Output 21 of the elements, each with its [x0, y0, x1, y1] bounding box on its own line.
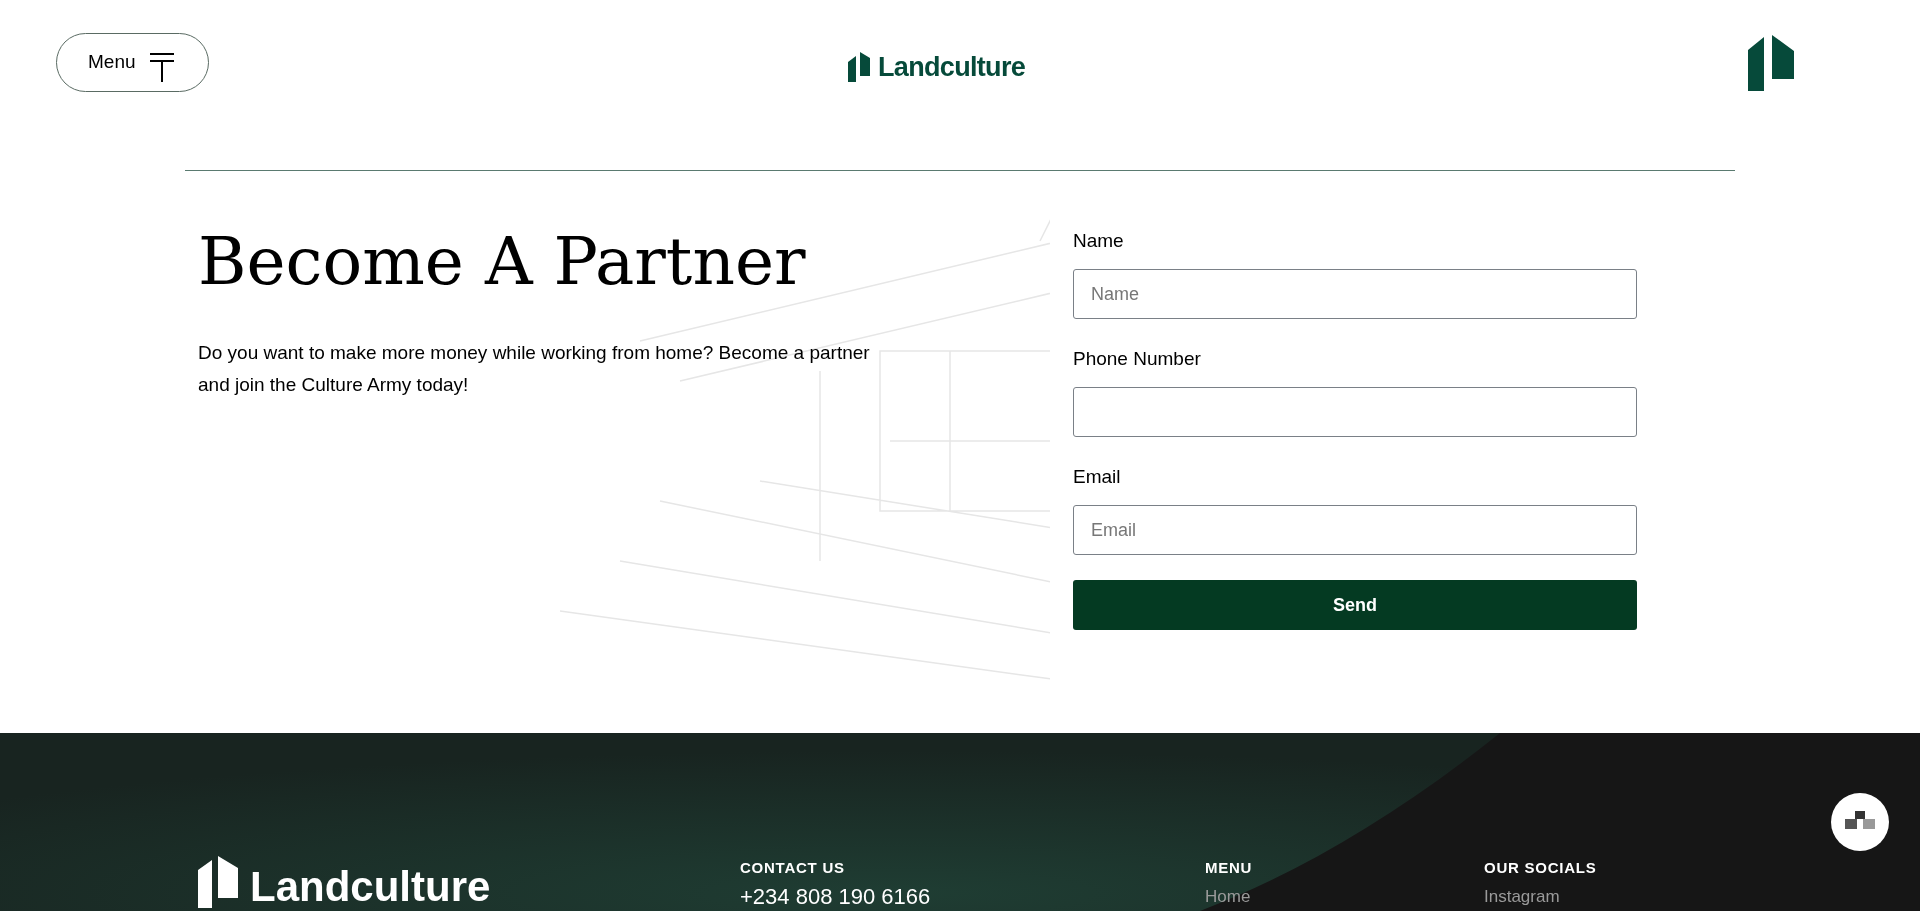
- logo-icon: [1748, 35, 1794, 91]
- field-label: Email: [1073, 465, 1122, 489]
- input-field[interactable]: Email: [1073, 505, 1637, 555]
- logo[interactable]: Landculture: [848, 47, 1026, 88]
- page-title: Become A Partner: [198, 229, 807, 295]
- chat-button[interactable]: [1831, 793, 1889, 851]
- field-label: Phone Number: [1073, 347, 1202, 371]
- footer-link[interactable]: +234 808 190 6166: [740, 885, 931, 909]
- logo-icon: [848, 52, 870, 83]
- footer-heading: MENU: [1205, 858, 1253, 878]
- footer-link[interactable]: Home: [1205, 887, 1253, 907]
- menu-icon: [147, 51, 176, 82]
- field-label: Name: [1073, 229, 1125, 253]
- input-field[interactable]: Name: [1073, 269, 1637, 319]
- intro-text: Do you want to make more money while working from home? Become a partner and join the Culture Army today!: [198, 341, 871, 397]
- send-button[interactable]: Send: [1073, 580, 1637, 630]
- footer-logo[interactable]: Landculture: [198, 856, 491, 908]
- footer-heading: OUR SOCIALS: [1484, 858, 1597, 878]
- logo-icon: [198, 856, 238, 908]
- footer-heading: CONTACT US: [740, 858, 846, 878]
- footer-link[interactable]: Instagram: [1484, 887, 1597, 907]
